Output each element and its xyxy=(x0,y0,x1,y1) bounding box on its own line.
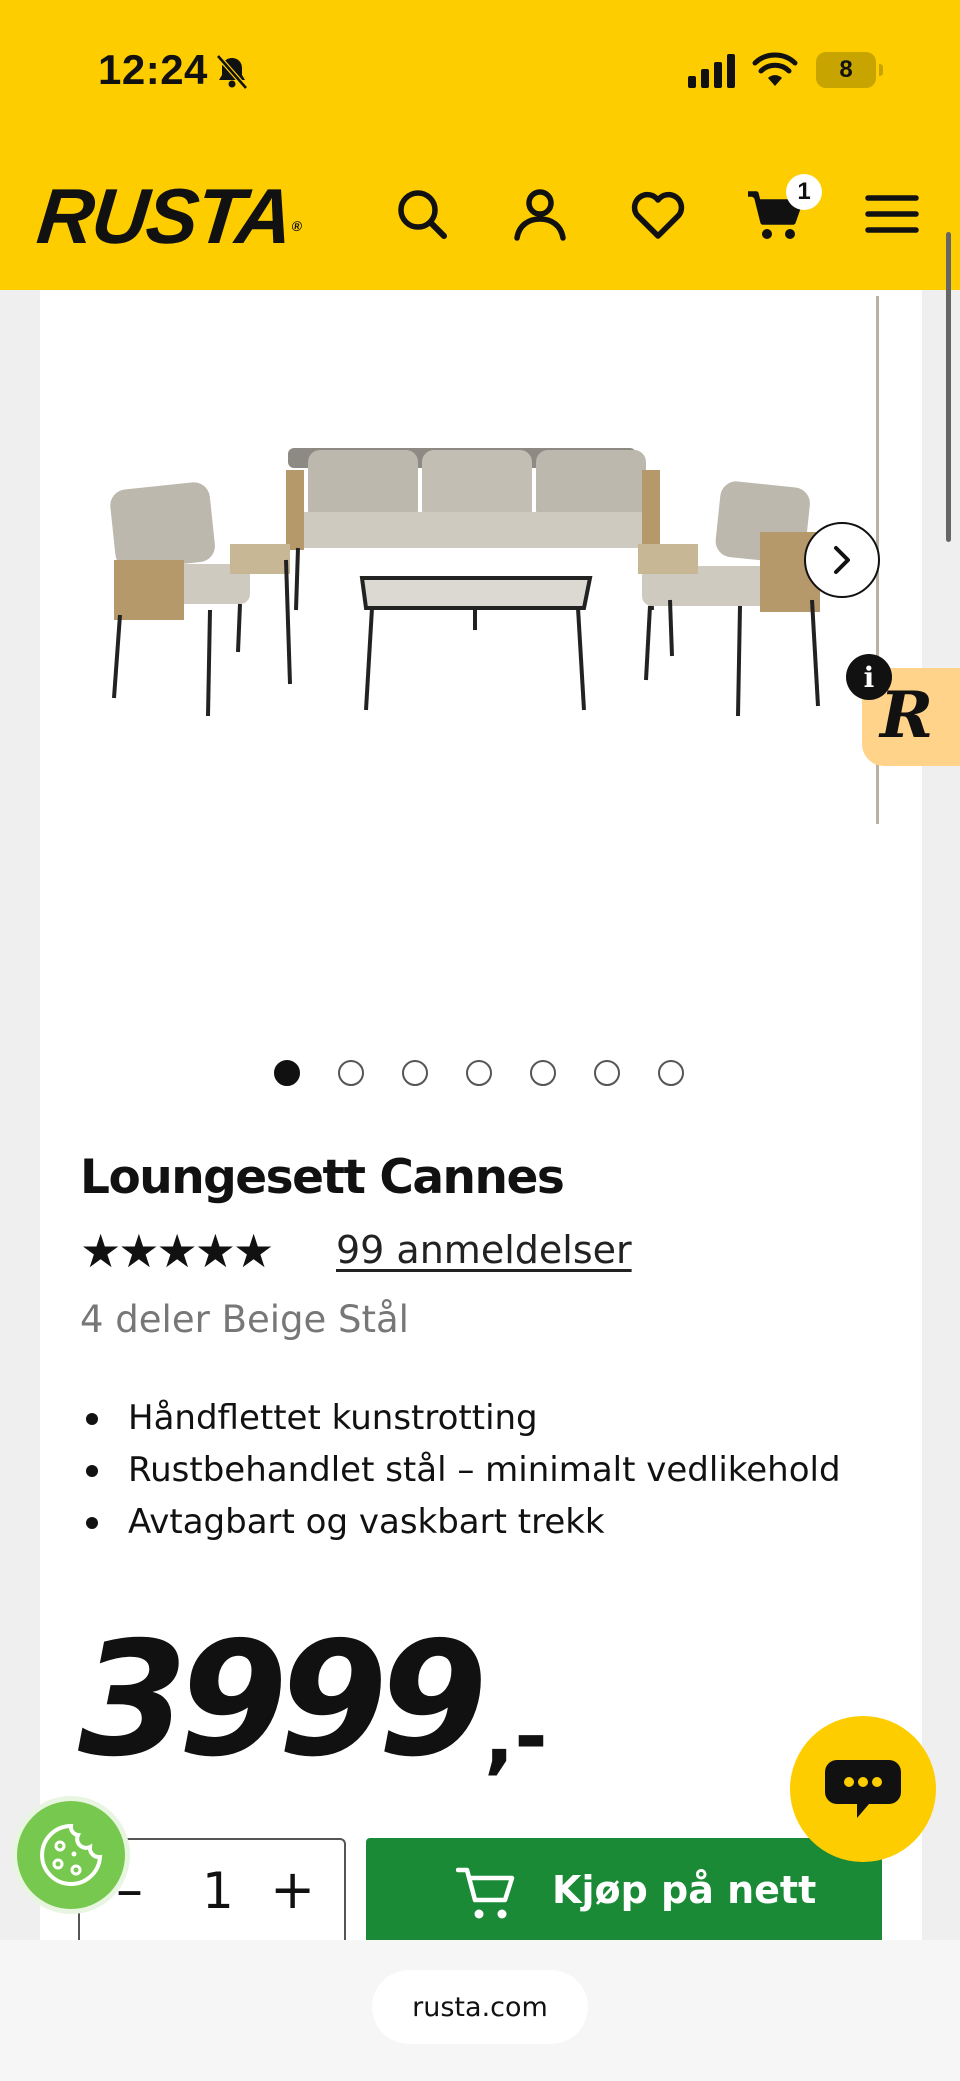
product-price: 3999 xyxy=(78,1608,488,1792)
account-icon xyxy=(514,189,566,241)
gallery-dot[interactable] xyxy=(402,1060,428,1086)
info-icon[interactable]: i xyxy=(846,654,892,700)
battery-indicator: 8 xyxy=(816,52,883,88)
rusta-logo[interactable]: RUSTA® xyxy=(33,172,304,260)
quantity-increase-button[interactable]: + xyxy=(270,1858,315,1921)
browser-bottom-bar: rusta.com xyxy=(0,1940,960,2081)
cookie-settings-button[interactable] xyxy=(12,1796,130,1914)
product-title: Loungesett Cannes xyxy=(80,1150,565,1205)
cart-icon xyxy=(456,1867,515,1919)
wifi-icon xyxy=(752,52,798,86)
feature-item: Håndflettet kunstrotting xyxy=(82,1392,841,1444)
feature-item: Rustbehandlet stål – minimalt vedlikehol… xyxy=(82,1444,841,1496)
buy-online-label: Kjøp på nett xyxy=(552,1868,817,1912)
gallery-pagination xyxy=(274,1060,684,1086)
gallery-dot[interactable] xyxy=(594,1060,620,1086)
buy-online-button[interactable]: Kjøp på nett xyxy=(366,1838,882,1948)
bell-muted-icon xyxy=(216,54,248,90)
menu-icon xyxy=(865,195,919,233)
wishlist-button[interactable] xyxy=(628,184,688,244)
page-scrollbar[interactable] xyxy=(946,232,951,542)
product-variant: 4 deler Beige Stål xyxy=(80,1298,409,1341)
chat-bubble-icon xyxy=(825,1760,901,1818)
address-bar[interactable]: rusta.com xyxy=(372,1970,588,2044)
cookie-icon xyxy=(40,1823,103,1886)
reviews-link[interactable]: 99 anmeldelser xyxy=(336,1228,632,1272)
gallery-dot[interactable] xyxy=(466,1060,492,1086)
price-suffix: ,- xyxy=(484,1690,548,1783)
account-button[interactable] xyxy=(510,184,570,244)
cellular-signal-icon xyxy=(688,54,735,88)
logo-registered-mark: ® xyxy=(290,218,301,234)
gallery-next-button[interactable] xyxy=(804,522,880,598)
menu-button[interactable] xyxy=(862,184,922,244)
gallery-dot[interactable] xyxy=(274,1060,300,1086)
chevron-right-icon xyxy=(834,546,850,574)
feature-item: Avtagbart og vaskbart trekk xyxy=(82,1496,841,1548)
heart-icon xyxy=(631,191,685,239)
gallery-dot[interactable] xyxy=(530,1060,556,1086)
feature-list: Håndflettet kunstrotting Rustbehandlet s… xyxy=(82,1392,841,1548)
gallery-dot[interactable] xyxy=(658,1060,684,1086)
cart-count-badge: 1 xyxy=(786,174,822,210)
rating-stars: ★★★★★ xyxy=(80,1224,274,1278)
logo-text: RUSTA xyxy=(33,172,296,260)
product-image[interactable] xyxy=(90,420,850,740)
status-time: 12:24 xyxy=(98,46,208,93)
gallery-dot[interactable] xyxy=(338,1060,364,1086)
chat-button[interactable] xyxy=(790,1716,936,1862)
quantity-value[interactable]: 1 xyxy=(202,1862,234,1920)
site-header: 12:24 8 RUSTA® 1 xyxy=(0,0,960,290)
search-icon xyxy=(398,190,447,239)
search-button[interactable] xyxy=(392,184,452,244)
